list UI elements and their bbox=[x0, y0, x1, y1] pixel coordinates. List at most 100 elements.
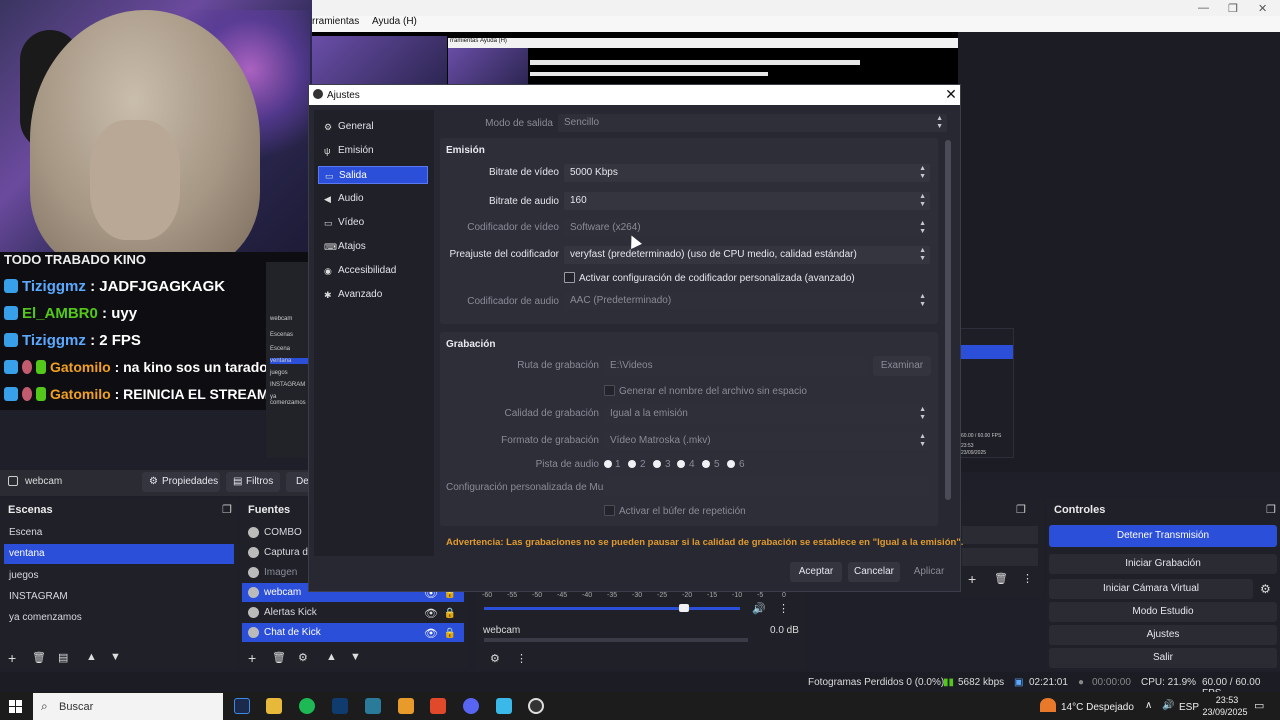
transition-menu-icon[interactable]: ⋮ bbox=[1022, 572, 1033, 585]
nav-general[interactable]: ⚙ General bbox=[318, 118, 428, 136]
nav-stream[interactable]: ψ Emisión bbox=[318, 142, 428, 160]
filters-button[interactable]: ▤ Filtros bbox=[226, 472, 280, 492]
volume-track[interactable] bbox=[484, 607, 740, 610]
dialog-close-icon[interactable]: ✕ bbox=[944, 86, 958, 102]
scene-item[interactable]: Escena bbox=[4, 523, 234, 543]
source-down-icon[interactable]: ▼ bbox=[350, 651, 361, 663]
custom-encoder-checkbox[interactable] bbox=[564, 272, 575, 283]
nav-audio[interactable]: ◀ Audio bbox=[318, 190, 428, 208]
file-explorer-icon[interactable] bbox=[266, 698, 282, 714]
photoshop-icon[interactable] bbox=[234, 698, 250, 714]
mixer-settings-icon[interactable]: ⚙ bbox=[490, 652, 500, 665]
source-item[interactable]: Alertas Kick 👁 🔒 bbox=[242, 603, 464, 622]
no-space-checkbox[interactable] bbox=[604, 385, 615, 396]
start-virtual-camera-button[interactable]: Iniciar Cámara Virtual bbox=[1049, 579, 1253, 599]
encoder-preset-select[interactable]: veryfast (predeterminado) (uso de CPU me… bbox=[564, 246, 930, 264]
stop-streaming-button[interactable]: Detener Transmisión bbox=[1049, 525, 1277, 547]
settings-scrollbar[interactable] bbox=[945, 140, 951, 500]
add-source-icon[interactable]: + bbox=[248, 650, 256, 666]
clock-time[interactable]: 23:53 bbox=[1210, 695, 1244, 705]
audio-bitrate-select[interactable]: 160 ▲ ▼ bbox=[564, 192, 930, 210]
clock-date[interactable]: 23/09/2025 bbox=[1200, 707, 1250, 717]
vegas-icon[interactable] bbox=[332, 698, 348, 714]
tray-chevron-icon[interactable]: ∧ bbox=[1145, 700, 1152, 711]
track-radio[interactable] bbox=[702, 460, 710, 468]
undock-icon[interactable]: ❐ bbox=[1016, 503, 1026, 516]
spotify-icon[interactable] bbox=[299, 698, 315, 714]
app-icon[interactable] bbox=[365, 698, 381, 714]
visibility-icon[interactable]: 👁 bbox=[424, 625, 438, 644]
volume-icon[interactable]: 🔊 bbox=[1162, 700, 1174, 711]
mixer-more-icon[interactable]: ⋮ bbox=[516, 652, 527, 665]
scene-filters-icon[interactable]: ▤ bbox=[58, 651, 68, 664]
remove-scene-icon[interactable]: 🗑 bbox=[32, 651, 46, 664]
ok-button[interactable]: Aceptar bbox=[790, 562, 842, 582]
transition-duration[interactable] bbox=[962, 548, 1038, 566]
start-recording-button[interactable]: Iniciar Grabación bbox=[1049, 554, 1277, 574]
recording-quality-select[interactable]: Igual a la emisión ▲ ▼ bbox=[604, 405, 930, 423]
lock-icon[interactable]: 🔒 bbox=[444, 604, 456, 623]
add-transition-icon[interactable]: + bbox=[968, 571, 976, 587]
mixer-menu-icon[interactable]: ⋮ bbox=[778, 602, 789, 615]
nav-output[interactable]: ▭ Salida bbox=[318, 166, 428, 184]
nav-advanced[interactable]: ✱ Avanzado bbox=[318, 286, 428, 304]
close-icon[interactable]: ✕ bbox=[1258, 2, 1267, 15]
track-radio[interactable] bbox=[727, 460, 735, 468]
video-bitrate-input[interactable]: 5000 Kbps ▲ ▼ bbox=[564, 164, 930, 182]
transition-select[interactable] bbox=[962, 526, 1038, 544]
menu-tools[interactable]: rramientas bbox=[312, 16, 359, 27]
track-radio[interactable] bbox=[604, 460, 612, 468]
nav-accessibility[interactable]: ◉ Accesibilidad bbox=[318, 262, 428, 280]
track-radio[interactable] bbox=[653, 460, 661, 468]
cancel-button[interactable]: Cancelar bbox=[848, 562, 900, 582]
obs-icon[interactable] bbox=[528, 698, 544, 714]
source-up-icon[interactable]: ▲ bbox=[326, 651, 337, 663]
discord-icon[interactable] bbox=[463, 698, 479, 714]
undock-icon[interactable]: ❐ bbox=[1266, 503, 1276, 516]
undock-icon[interactable]: ❐ bbox=[222, 503, 232, 516]
scene-item[interactable]: ventana bbox=[4, 544, 234, 564]
nav-hotkeys[interactable]: ⌨ Atajos bbox=[318, 238, 428, 256]
menu-help[interactable]: Ayuda (H) bbox=[372, 16, 417, 27]
recording-format-select[interactable]: Vídeo Matroska (.mkv) ▲ ▼ bbox=[604, 432, 930, 450]
move-down-icon[interactable]: ▼ bbox=[110, 651, 121, 663]
windows-start-icon[interactable] bbox=[9, 700, 22, 713]
studio-mode-button[interactable]: Modo Estudio bbox=[1049, 602, 1277, 622]
app-icon-2[interactable] bbox=[398, 698, 414, 714]
spin-arrows-icon[interactable]: ▲ ▼ bbox=[919, 165, 926, 181]
properties-button[interactable]: ⚙ Propiedades bbox=[142, 472, 220, 492]
browse-button[interactable]: Examinar bbox=[873, 356, 931, 376]
visibility-icon[interactable]: 👁 bbox=[424, 605, 438, 624]
remove-source-icon[interactable]: 🗑 bbox=[272, 651, 286, 664]
restore-icon[interactable]: ❐ bbox=[1228, 2, 1238, 15]
recording-path-input[interactable]: E:\Videos bbox=[604, 357, 868, 375]
notifications-icon[interactable]: ▭ bbox=[1254, 699, 1264, 712]
app-icon-3[interactable] bbox=[496, 698, 512, 714]
video-encoder-select[interactable]: Software (x264) ▲ ▼ bbox=[564, 219, 930, 237]
output-mode-select[interactable]: Sencillo ▲ ▼ bbox=[558, 114, 947, 132]
muxer-input[interactable] bbox=[604, 477, 930, 497]
replay-buffer-checkbox[interactable] bbox=[604, 505, 615, 516]
lock-icon[interactable]: 🔒 bbox=[444, 624, 456, 643]
taskbar-search[interactable]: ⌕ Buscar bbox=[33, 693, 223, 720]
exit-button[interactable]: Salir bbox=[1049, 648, 1277, 668]
remove-transition-icon[interactable]: 🗑 bbox=[994, 572, 1008, 585]
scene-item[interactable]: ya comenzamos bbox=[4, 608, 234, 628]
track-radio[interactable] bbox=[628, 460, 636, 468]
brave-icon[interactable] bbox=[430, 698, 446, 714]
scene-item[interactable]: juegos bbox=[4, 566, 234, 586]
language-indicator[interactable]: ESP bbox=[1179, 702, 1199, 713]
track-radio[interactable] bbox=[677, 460, 685, 468]
settings-button[interactable]: Ajustes bbox=[1049, 625, 1277, 645]
minimize-icon[interactable]: — bbox=[1198, 2, 1209, 14]
source-properties-icon[interactable]: ⚙ bbox=[298, 651, 308, 664]
nav-video[interactable]: ▭ Vídeo bbox=[318, 214, 428, 232]
mute-icon[interactable]: 🔊 bbox=[752, 602, 766, 615]
source-item[interactable]: Chat de Kick 👁 🔒 bbox=[242, 623, 464, 642]
move-up-icon[interactable]: ▲ bbox=[86, 651, 97, 663]
volume-handle[interactable] bbox=[678, 604, 689, 612]
scene-item[interactable]: INSTAGRAM bbox=[4, 587, 234, 607]
audio-encoder-select[interactable]: AAC (Predeterminado) ▲ ▼ bbox=[564, 292, 930, 310]
virtual-camera-settings-icon[interactable]: ⚙ bbox=[1260, 582, 1271, 596]
add-scene-icon[interactable]: + bbox=[8, 650, 16, 666]
